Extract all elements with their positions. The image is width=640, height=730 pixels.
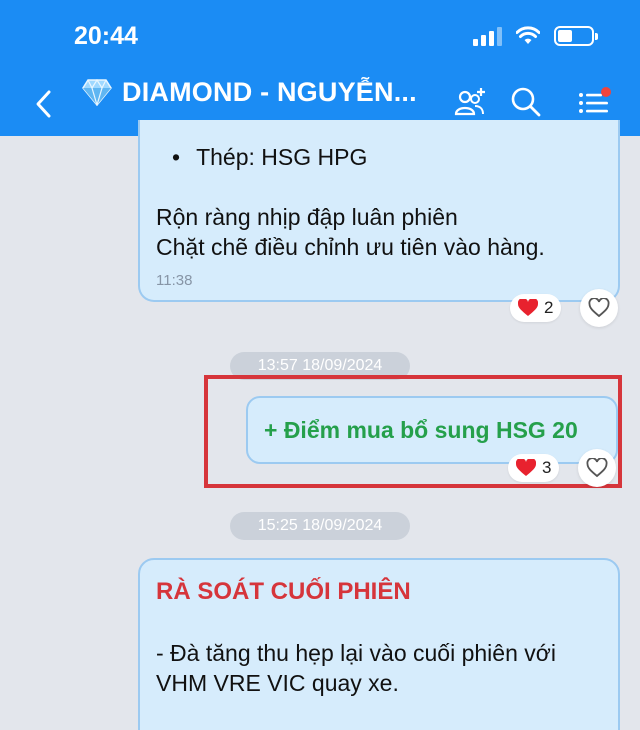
message-title: RÀ SOÁT CUỐI PHIÊN: [156, 578, 411, 605]
bullet-icon: •: [172, 144, 181, 170]
message-text: + Điểm mua bổ sung HSG 20: [264, 417, 578, 443]
heart-filled-icon: [518, 299, 538, 316]
message-text: Chặt chẽ điều chỉnh ưu tiên vào hàng.: [156, 234, 545, 260]
message-bubble[interactable]: + Điểm mua bổ sung HSG 20: [246, 396, 618, 464]
heart-outline-icon: [588, 298, 610, 318]
status-icons: [473, 26, 598, 46]
add-member-icon: [454, 88, 485, 116]
status-time: 20:44: [74, 22, 138, 50]
chat-header: 20:44 DIAMOND - NGUYỄN...: [0, 0, 640, 136]
reaction-count-badge[interactable]: 2: [510, 294, 562, 322]
menu-button[interactable]: [576, 84, 612, 120]
react-button[interactable]: [578, 449, 616, 487]
signal-icon: [473, 26, 502, 46]
back-button[interactable]: [28, 86, 58, 122]
chevron-left-icon: [36, 90, 51, 118]
diamond-icon: [82, 78, 112, 106]
message-bubble[interactable]: • Thép: HSG HPG Rộn ràng nhịp đập luân p…: [138, 120, 620, 302]
notification-dot: [601, 87, 611, 97]
message-bubble[interactable]: RÀ SOÁT CUỐI PHIÊN - Đà tăng thu hẹp lại…: [138, 558, 620, 730]
heart-outline-icon: [586, 458, 608, 478]
wifi-icon: [516, 26, 540, 44]
message-text: VHM VRE VIC quay xe.: [156, 670, 399, 696]
message-text: Rộn ràng nhịp đập luân phiên: [156, 204, 458, 230]
date-separator: 15:25 18/09/2024: [230, 512, 410, 540]
react-button[interactable]: [580, 289, 618, 327]
search-button[interactable]: [508, 84, 544, 120]
add-member-button[interactable]: [452, 84, 488, 120]
message-time: 11:38: [156, 272, 193, 289]
menu-icon: [579, 87, 611, 113]
bullet-text: Thép: HSG HPG: [196, 144, 368, 170]
heart-filled-icon: [516, 459, 536, 476]
search-icon: [511, 87, 541, 117]
chat-title: DIAMOND - NGUYỄN...: [122, 77, 417, 107]
message-text: - Đà tăng thu hẹp lại vào cuối phiên với: [156, 640, 556, 666]
battery-icon: [554, 26, 598, 46]
reaction-count-badge[interactable]: 3: [508, 454, 560, 482]
bullet-item: • Thép: HSG HPG: [172, 144, 367, 171]
reaction-count: 2: [544, 298, 554, 317]
reaction-count: 3: [542, 458, 552, 477]
